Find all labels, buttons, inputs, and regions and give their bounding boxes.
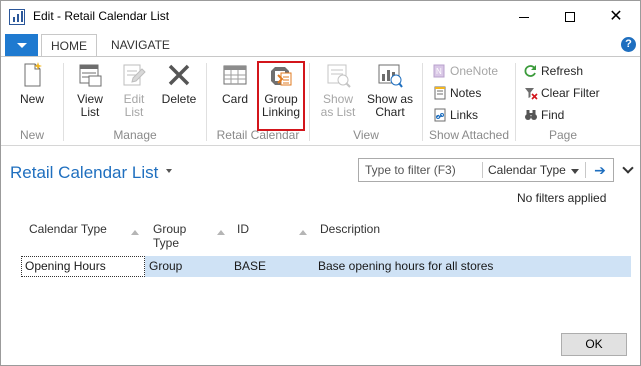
notes-button[interactable]: Notes [433,84,481,102]
filter-field-select[interactable]: Calendar Type [488,163,566,177]
group-label-show-attached: Show Attached [428,128,510,142]
show-as-list-label: Show as List [320,92,356,119]
help-icon[interactable]: ? [621,37,636,52]
links-button[interactable]: Links [433,106,478,124]
find-button[interactable]: Find [524,106,564,124]
close-icon: ✕ [609,8,623,25]
app-icon [9,9,25,25]
new-button[interactable]: New [9,61,55,106]
group-label-manage: Manage [113,128,157,142]
minimize-button[interactable] [501,1,547,32]
sort-indicator-icon [217,230,225,235]
cell-group-type[interactable]: Group [149,256,182,277]
filter-box: Calendar Type ➔ [358,158,614,182]
view-list-label: View List [77,92,103,119]
refresh-icon [524,64,538,78]
maximize-button[interactable] [547,1,593,32]
new-button-label: New [19,92,44,106]
card-grid-icon [221,61,249,89]
edit-window: Edit - Retail Calendar List ✕ HOME NAVIG… [0,0,641,366]
clear-filter-label: Clear Filter [541,86,600,100]
card-button[interactable]: Card [213,61,257,106]
edit-list-button[interactable]: Edit List [114,61,154,119]
find-label: Find [541,108,565,122]
title-dropdown-icon[interactable] [166,169,172,173]
cell-description[interactable]: Base opening hours for all stores [318,256,493,277]
new-document-icon [18,61,46,89]
refresh-button[interactable]: Refresh [524,62,583,80]
sort-indicator-icon [131,230,139,235]
binoculars-icon [524,108,538,122]
view-list-icon [76,61,104,89]
ribbon-group-show-attached: N OneNote Notes Links Show Attached [423,57,515,146]
refresh-label: Refresh [541,64,584,78]
tab-home[interactable]: HOME [41,34,97,57]
links-icon [433,108,447,122]
show-as-list-button[interactable]: Show as List [316,61,360,119]
links-label: Links [450,108,479,122]
table-row[interactable]: Opening Hours Group BASE Base opening ho… [21,256,631,277]
application-menu-button[interactable] [5,34,38,56]
show-as-chart-button[interactable]: Show as Chart [362,61,418,119]
ribbon-group-manage: View List Edit List Delete Manage [64,57,206,146]
view-list-button[interactable]: View List [68,61,112,119]
delete-button[interactable]: Delete [156,61,202,106]
group-linking-highlight [257,61,305,131]
svg-text:N: N [436,67,442,76]
close-button[interactable]: ✕ [593,1,639,32]
grid-header: Calendar Type Group Type ID Description [21,219,631,255]
sort-indicator-icon [299,230,307,235]
edit-list-icon [120,61,148,89]
window-title: Edit - Retail Calendar List [33,9,170,23]
group-label-new: New [19,128,44,142]
column-header-calendar-type[interactable]: Calendar Type [29,222,107,236]
filter-field-dropdown-icon[interactable] [571,169,579,174]
notes-icon [433,86,447,100]
clear-filter-button[interactable]: Clear Filter [524,84,600,102]
group-label-page: Page [548,128,578,142]
minimize-icon [519,16,529,18]
show-as-chart-label: Show as Chart [366,92,414,119]
filter-divider [482,162,483,178]
ribbon-group-view: Show as List Show as Chart View [310,57,422,146]
tab-navigate[interactable]: NAVIGATE [103,34,178,57]
no-filters-text: No filters applied [517,191,607,205]
delete-label: Delete [161,92,197,106]
onenote-button[interactable]: N OneNote [433,62,498,80]
show-as-chart-icon [376,61,404,89]
group-label-view: View [353,128,379,142]
title-bar: Edit - Retail Calendar List ✕ [1,1,640,32]
show-as-list-icon [324,61,352,89]
clear-filter-icon [524,86,538,100]
apply-filter-arrow-icon[interactable]: ➔ [589,160,611,180]
cell-id[interactable]: BASE [234,256,266,277]
ribbon-group-new: New New [1,57,63,146]
column-header-id[interactable]: ID [237,222,249,236]
onenote-label: OneNote [450,64,499,78]
collapse-chevron-icon[interactable] [623,164,633,174]
ribbon: New New View List Edit List Delete Manag… [1,56,640,146]
filter-divider [585,162,586,178]
onenote-icon: N [433,64,447,78]
column-header-group-type[interactable]: Group Type [153,222,186,250]
filter-input[interactable] [359,159,481,181]
ribbon-tabstrip: HOME NAVIGATE ? [1,34,640,57]
notes-label: Notes [450,86,482,100]
delete-x-icon [165,61,193,89]
cell-calendar-type[interactable]: Opening Hours [21,256,145,277]
page-title[interactable]: Retail Calendar List [10,163,158,183]
column-header-description[interactable]: Description [320,222,380,236]
ribbon-group-page: Refresh Clear Filter Find Page [516,57,610,146]
ok-button[interactable]: OK [561,333,627,356]
maximize-icon [565,12,575,23]
edit-list-label: Edit List [123,92,145,119]
card-label: Card [221,92,248,106]
